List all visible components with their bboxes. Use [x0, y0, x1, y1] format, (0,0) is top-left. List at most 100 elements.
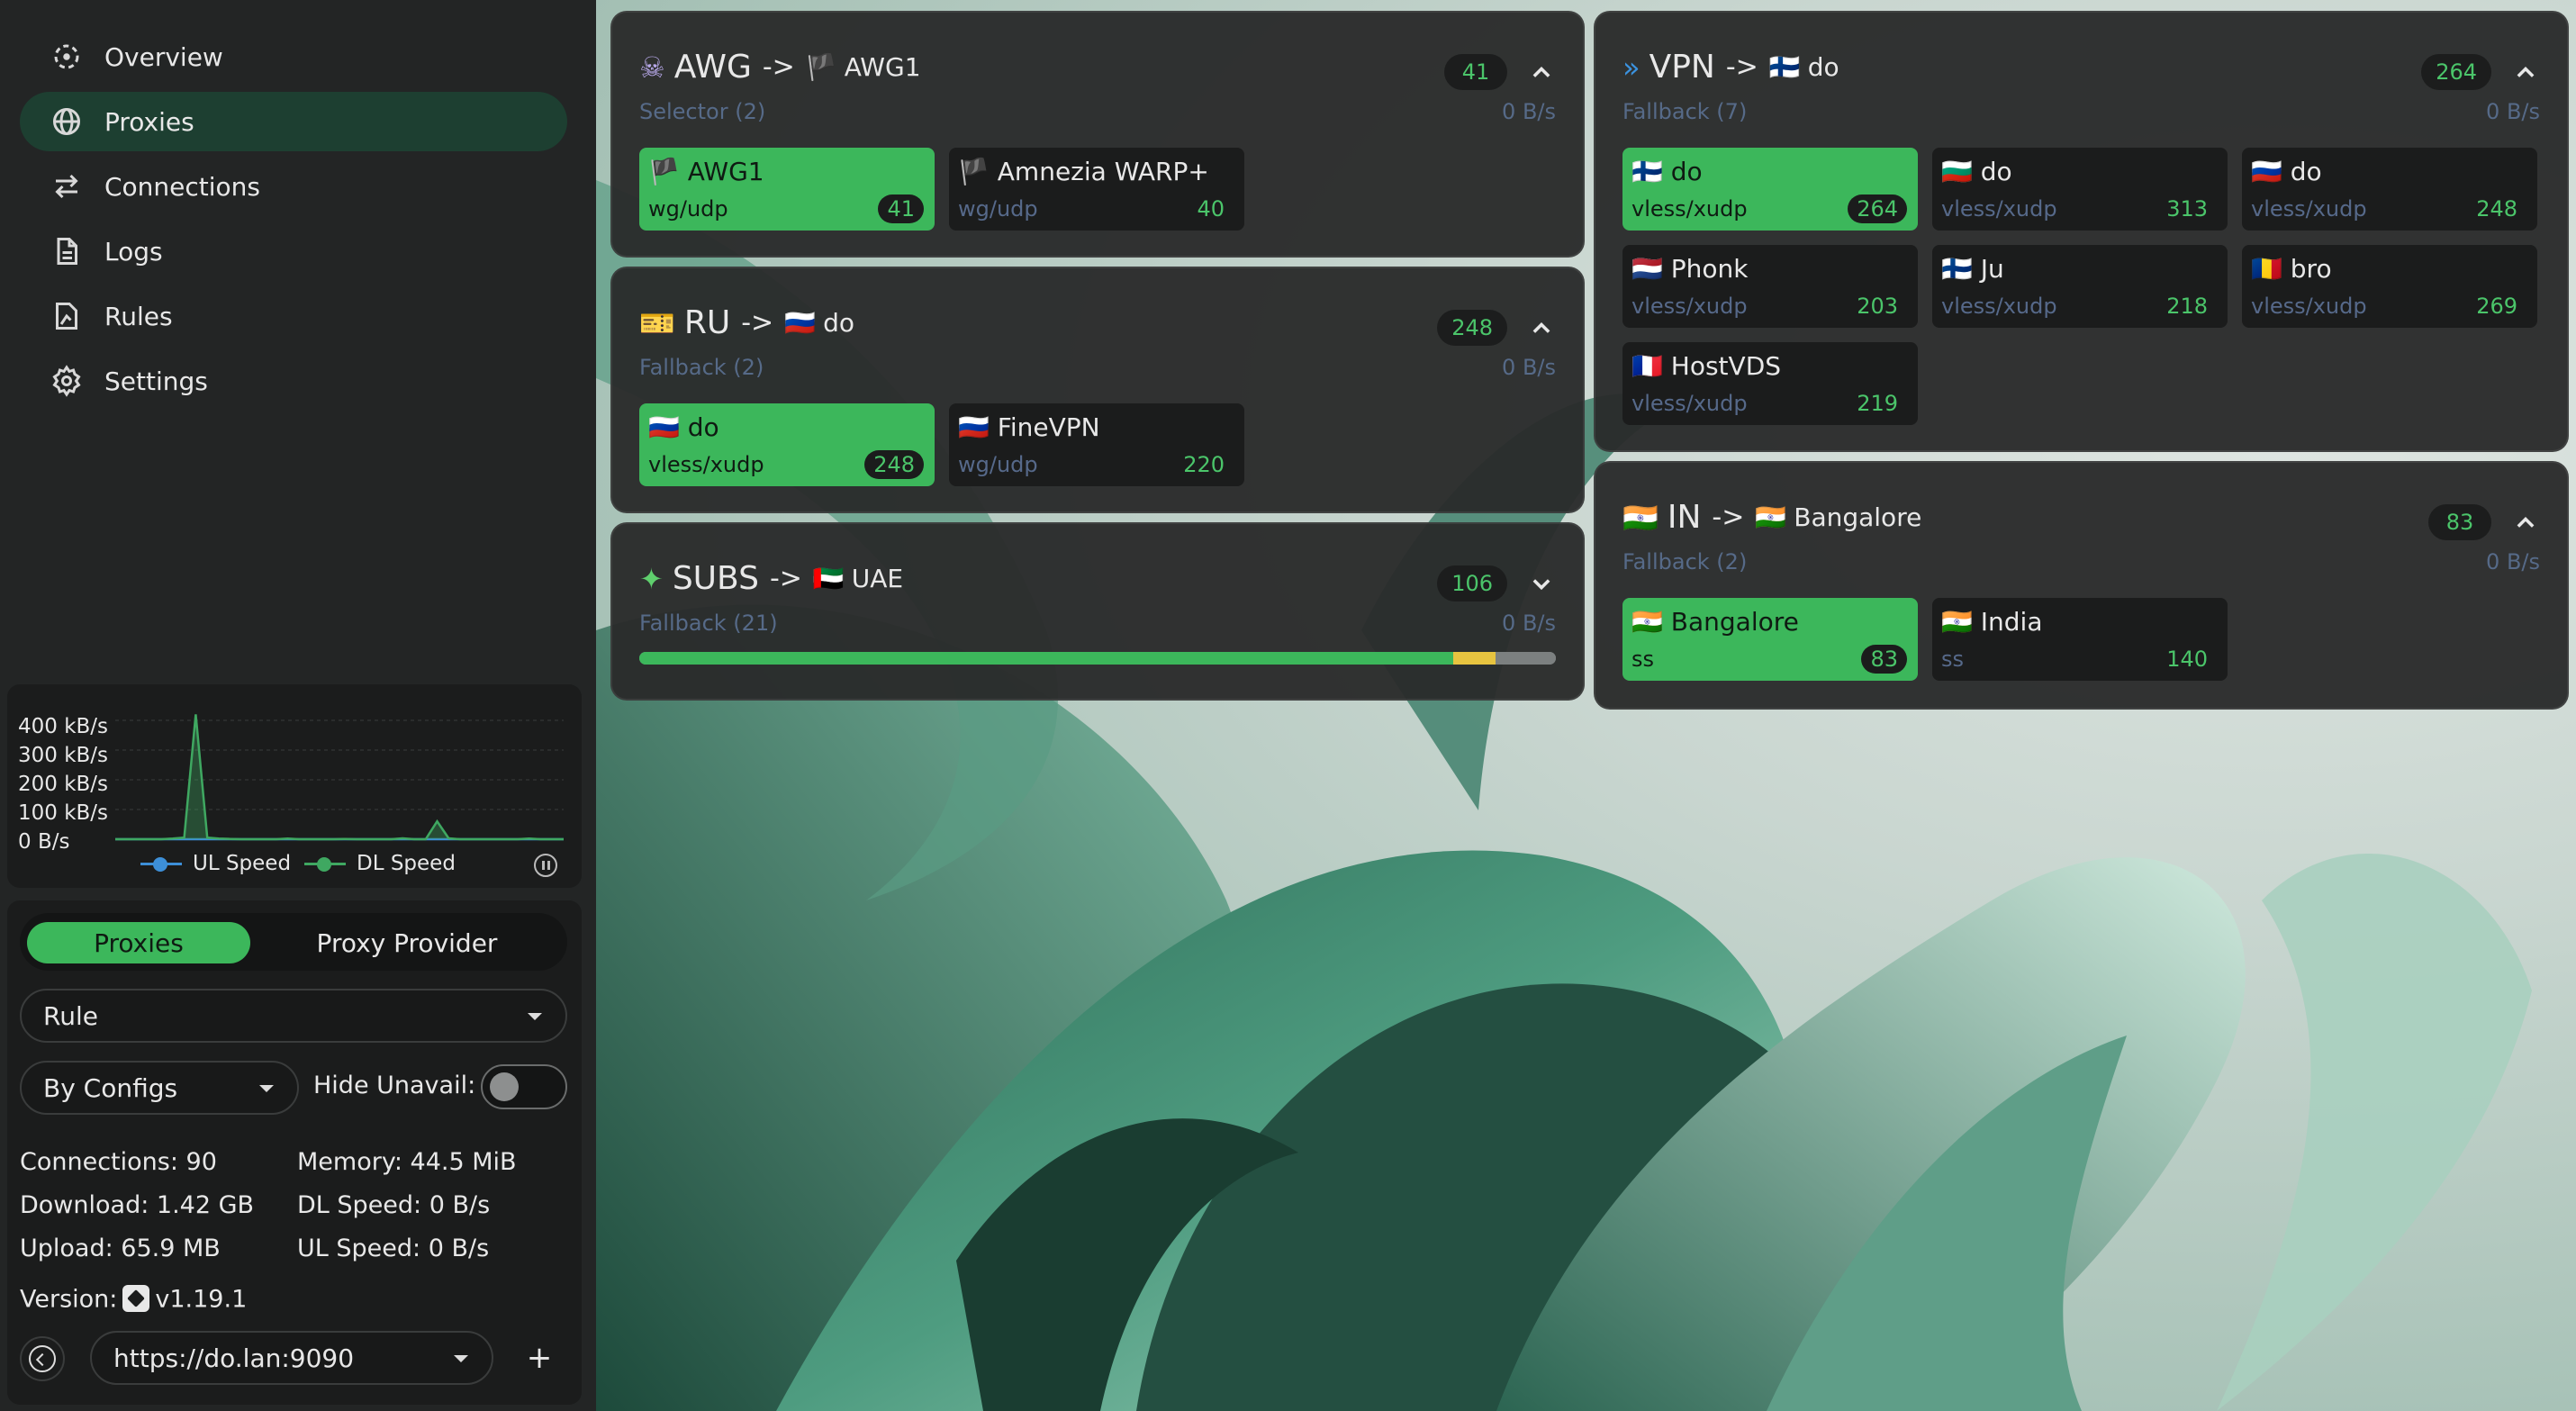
tab-proxy-provider[interactable]: Proxy Provider [290, 922, 524, 963]
proxy-card[interactable]: 🇷🇴 bro vless/xudp 269 [2242, 245, 2537, 328]
back-button[interactable] [20, 1336, 65, 1381]
flag-icon: 🇫🇮 [1768, 52, 1801, 82]
flag-icon: 🏴 [648, 157, 680, 186]
group-title[interactable]: » VPN -> 🇫🇮 do [1622, 49, 1839, 86]
proxy-latency[interactable]: 269 [2467, 292, 2526, 321]
dl-swatch [304, 857, 346, 872]
proxy-latency[interactable]: 140 [2157, 645, 2217, 674]
proxy-card[interactable]: 🇳🇱 Phonk vless/xudp 203 [1622, 245, 1918, 328]
proxy-name-text: do [687, 412, 719, 442]
backend-url: https://do.lan:9090 [113, 1343, 355, 1373]
version-value: v1.19.1 [155, 1285, 248, 1314]
flag-icon: 🇫🇮 [1631, 157, 1663, 186]
group-type: Fallback (2) [639, 355, 764, 380]
proxy-type: wg/udp [958, 196, 1038, 222]
latency-test-button[interactable]: 83 [2428, 504, 2491, 540]
proxy-card[interactable]: 🇫🇷 HostVDS vless/xudp 219 [1622, 342, 1918, 425]
backend-select[interactable]: https://do.lan:9090 [90, 1331, 493, 1385]
group-name: VPN [1649, 49, 1715, 86]
flag-icon: 🏴 [958, 157, 990, 186]
tab-proxies[interactable]: Proxies [27, 922, 250, 963]
proxy-name: 🏴 AWG1 [648, 157, 764, 186]
proxy-card[interactable]: 🇮🇳 India ss 140 [1932, 598, 2228, 681]
proxy-name-text: India [1980, 607, 2043, 637]
latency-test-button[interactable]: 264 [2421, 54, 2491, 90]
proxy-card[interactable]: 🇷🇺 do vless/xudp 248 [2242, 148, 2537, 231]
proxy-latency[interactable]: 40 [1188, 194, 1234, 223]
sidebar-item-rules[interactable]: Rules [20, 286, 567, 346]
proxy-type: ss [1631, 647, 1655, 672]
proxy-latency[interactable]: 83 [1861, 645, 1907, 674]
proxy-name: 🇳🇱 Phonk [1631, 254, 1749, 284]
group-awg: ☠ AWG -> 🏴 AWG1 Selector (2) 41 0 B/s 🏴 AWG1 wg/u… [610, 11, 1585, 258]
chevron-up-icon[interactable] [1529, 59, 1554, 85]
group-title[interactable]: 🇮🇳 IN -> 🇮🇳 Bangalore [1622, 499, 1921, 536]
sort-select[interactable]: By Configs [20, 1061, 299, 1115]
proxy-latency[interactable]: 220 [1174, 450, 1234, 479]
proxy-latency[interactable]: 219 [1848, 389, 1907, 418]
add-backend-button[interactable]: + [511, 1331, 567, 1385]
proxy-card[interactable]: 🏴 AWG1 wg/udp 41 [639, 148, 935, 231]
ul-swatch [140, 857, 182, 872]
group-arrow: -> [1712, 502, 1745, 533]
proxy-tabs: Proxies Proxy Provider [20, 913, 567, 971]
pause-icon[interactable] [534, 854, 557, 877]
sidebar-item-connections[interactable]: Connections [20, 157, 567, 216]
latency-test-button[interactable]: 106 [1437, 565, 1507, 601]
sidebar: Overview Proxies Connections Logs Rules … [0, 0, 596, 1411]
group-title[interactable]: ✦ SUBS -> 🇦🇪 UAE [639, 560, 903, 597]
legend-ul[interactable]: UL Speed [140, 852, 291, 875]
sidebar-item-proxies[interactable]: Proxies [20, 92, 567, 151]
chevron-down-icon[interactable] [1529, 571, 1554, 596]
group-emoji: 🎫 [639, 305, 675, 340]
proxy-card[interactable]: 🏴 Amnezia WARP+ wg/udp 40 [949, 148, 1244, 231]
proxy-latency[interactable]: 248 [2467, 194, 2526, 223]
proxy-card[interactable]: 🇧🇬 do vless/xudp 313 [1932, 148, 2228, 231]
proxy-card[interactable]: 🇮🇳 Bangalore ss 83 [1622, 598, 1918, 681]
proxy-latency[interactable]: 264 [1848, 194, 1907, 223]
latency-bar[interactable] [639, 652, 1556, 665]
version-label: Version: [20, 1285, 118, 1314]
proxy-latency[interactable]: 41 [878, 194, 924, 223]
group-title[interactable]: ☠ AWG -> 🏴 AWG1 [639, 49, 921, 86]
chevron-up-icon[interactable] [1529, 315, 1554, 340]
proxy-name-text: Amnezia WARP+ [997, 157, 1209, 186]
latency-test-button[interactable]: 41 [1444, 54, 1507, 90]
group-current-proxy: do [1807, 52, 1839, 82]
latency-test-button[interactable]: 248 [1437, 310, 1507, 346]
proxy-name-text: Bangalore [1670, 607, 1799, 637]
sidebar-item-overview[interactable]: Overview [20, 27, 567, 86]
proxy-type: vless/xudp [1631, 196, 1748, 222]
group-title[interactable]: 🎫 RU -> 🇷🇺 do [639, 304, 854, 341]
flag-icon: 🇫🇮 [1941, 254, 1973, 284]
proxy-name-text: FineVPN [997, 412, 1100, 442]
chevron-up-icon[interactable] [2513, 510, 2538, 535]
proxy-type: vless/xudp [1631, 391, 1748, 416]
mode-select[interactable]: Rule [20, 989, 567, 1043]
proxy-name-text: AWG1 [687, 157, 764, 186]
mode-select-value: Rule [43, 1000, 98, 1031]
proxy-card[interactable]: 🇫🇮 do vless/xudp 264 [1622, 148, 1918, 231]
proxy-name: 🇮🇳 Bangalore [1631, 607, 1799, 637]
proxy-latency[interactable]: 218 [2157, 292, 2217, 321]
proxy-card[interactable]: 🇷🇺 FineVPN wg/udp 220 [949, 403, 1244, 486]
sidebar-item-logs[interactable]: Logs [20, 222, 567, 281]
legend-ul-label: UL Speed [193, 852, 292, 875]
proxy-card[interactable]: 🇷🇺 do vless/xudp 248 [639, 403, 935, 486]
proxy-latency[interactable]: 248 [864, 450, 924, 479]
hide-unavail-toggle[interactable] [481, 1064, 567, 1109]
proxy-latency[interactable]: 203 [1848, 292, 1907, 321]
legend-dl[interactable]: DL Speed [304, 852, 456, 875]
sidebar-item-settings[interactable]: Settings [20, 351, 567, 411]
ul-speed-stat: UL Speed: 0 B/s [297, 1235, 490, 1262]
proxy-card[interactable]: 🇫🇮 Ju vless/xudp 218 [1932, 245, 2228, 328]
sidebar-item-label: Rules [104, 301, 173, 331]
proxy-name: 🏴 Amnezia WARP+ [958, 157, 1209, 186]
chevron-up-icon[interactable] [2513, 59, 2538, 85]
version-row: Version: v1.19.1 [20, 1285, 247, 1316]
chevron-down-icon [528, 1013, 542, 1020]
flag-icon: 🏴 [805, 52, 837, 82]
proxy-latency[interactable]: 313 [2157, 194, 2217, 223]
group-rate: 0 B/s [2486, 99, 2540, 124]
group-ru: 🎫 RU -> 🇷🇺 do Fallback (2) 248 0 B/s 🇷🇺 do vless/… [610, 267, 1585, 513]
